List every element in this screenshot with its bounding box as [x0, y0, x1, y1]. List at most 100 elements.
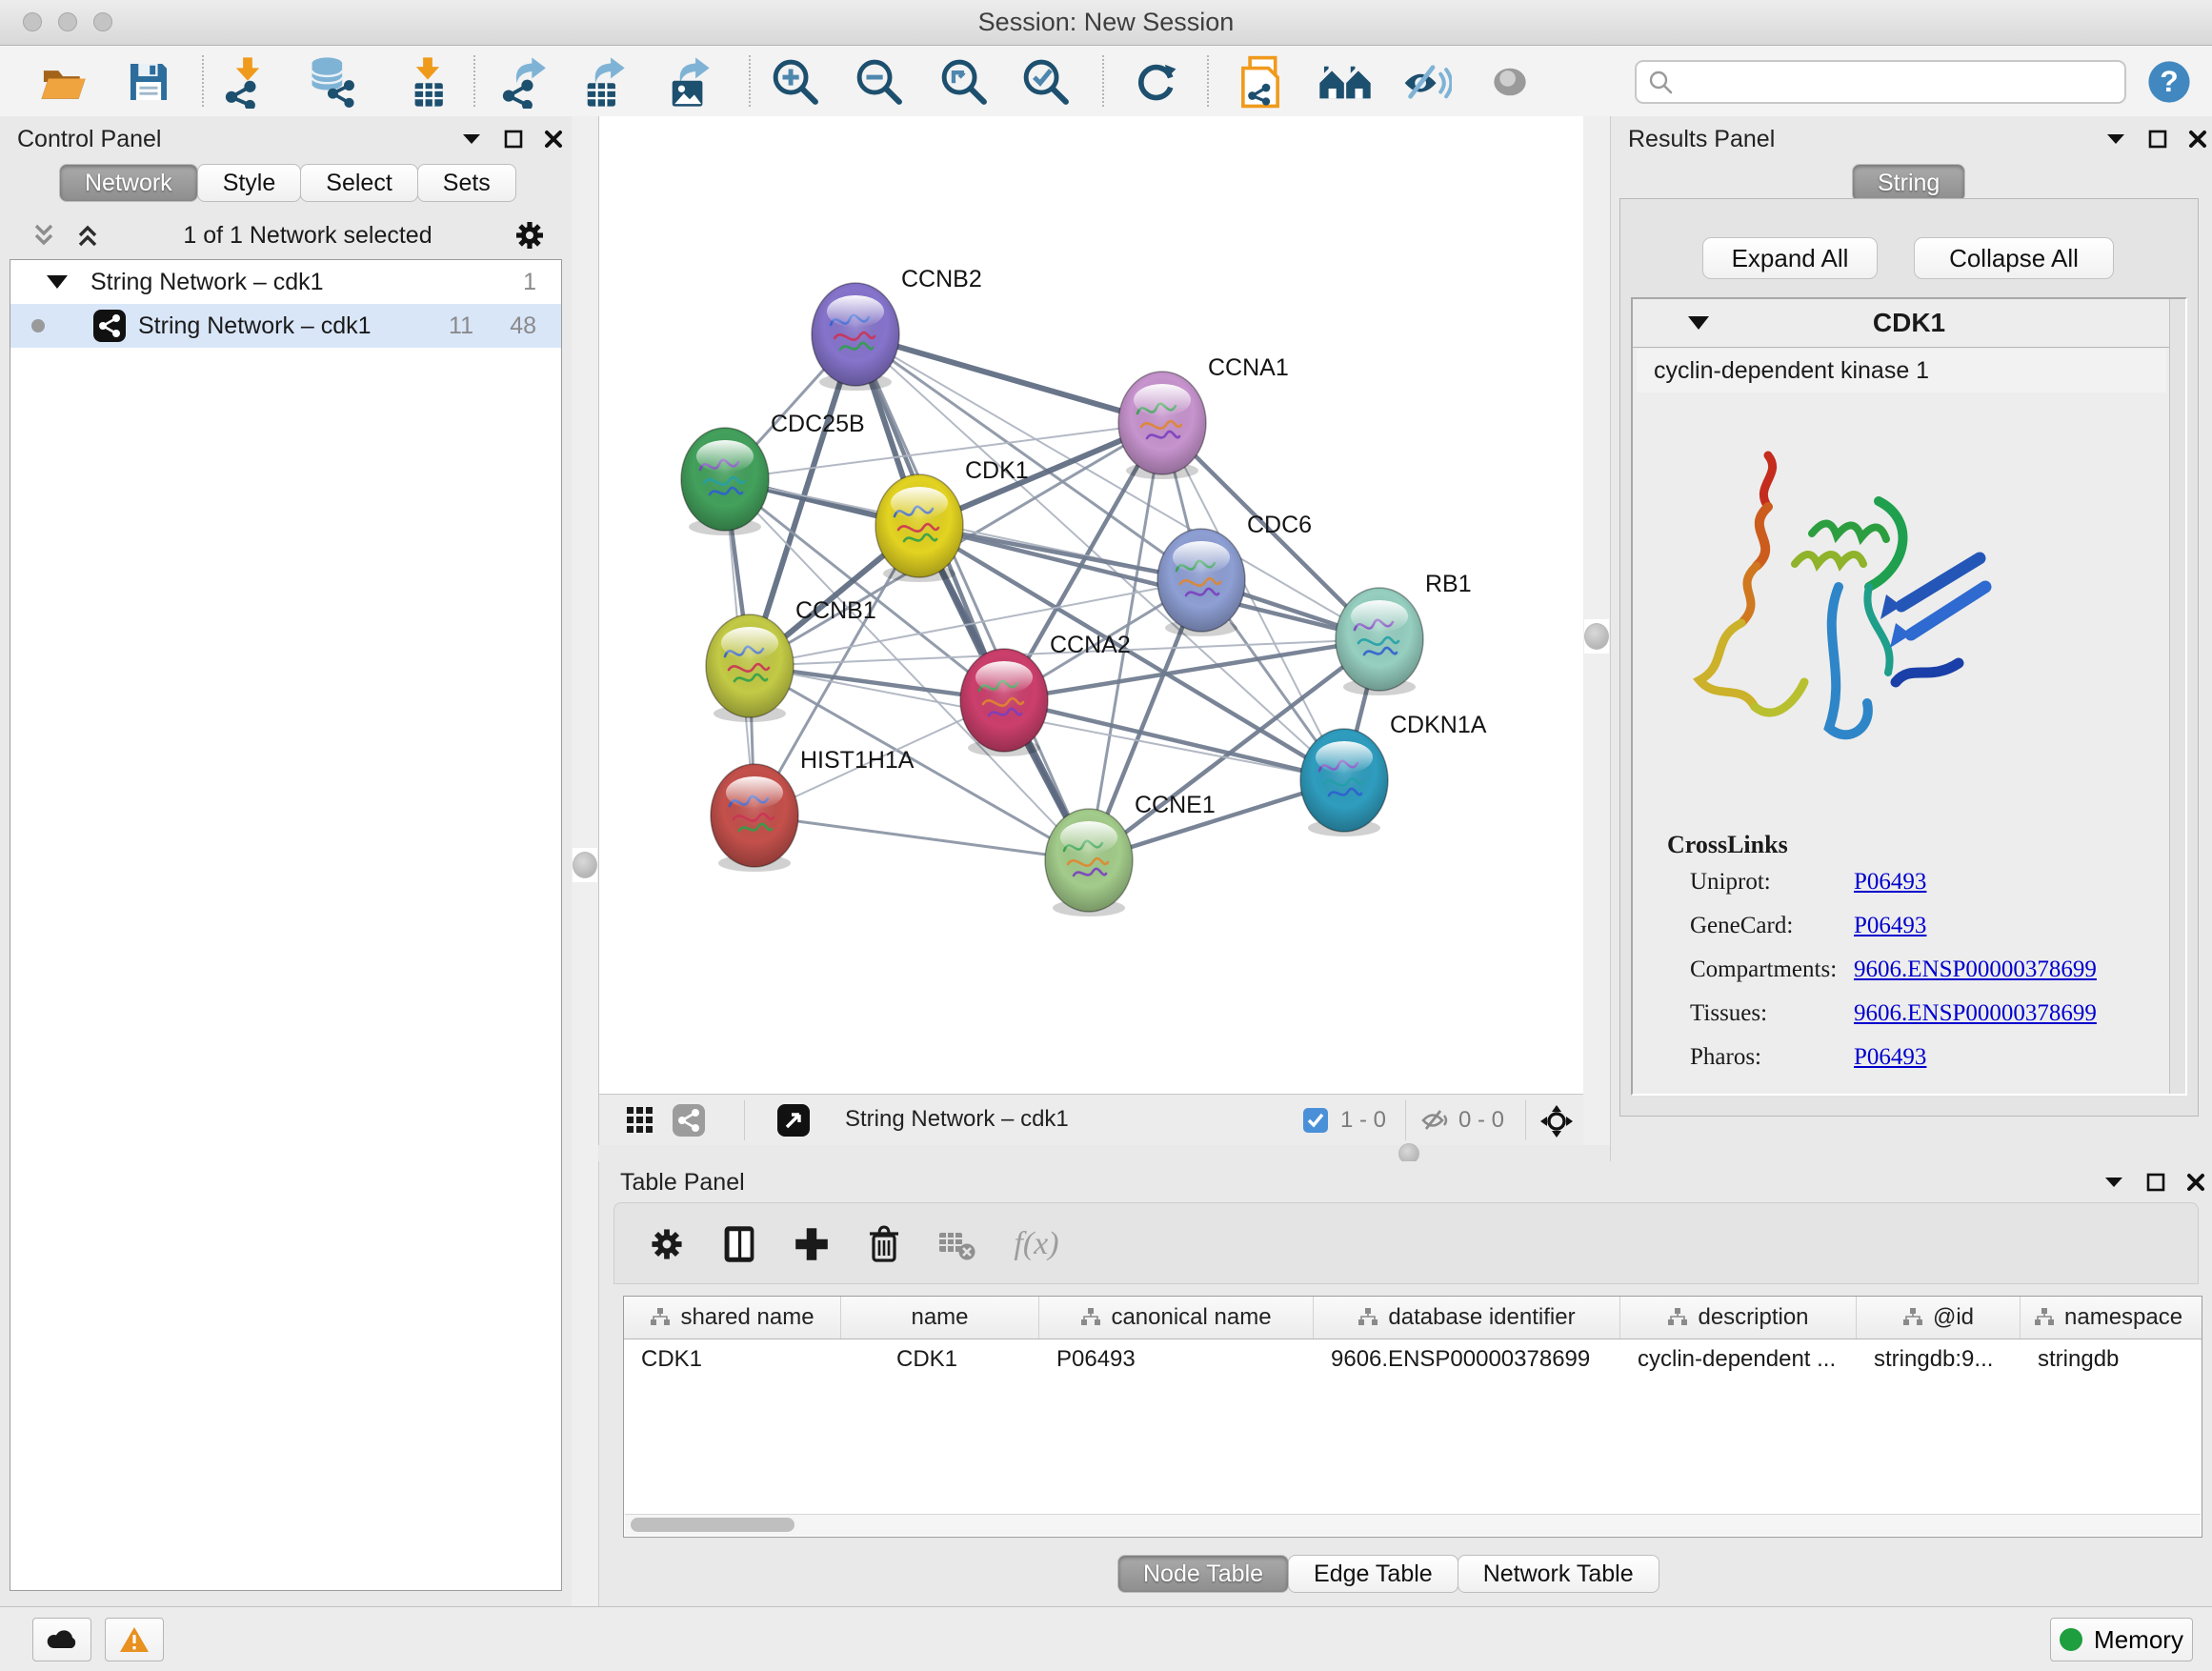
open-in-window-icon[interactable] — [776, 1103, 811, 1137]
import-table-button[interactable] — [396, 54, 459, 110]
tab-style[interactable]: Style — [197, 164, 302, 202]
network-node-HIST1H1A[interactable]: HIST1H1A — [711, 747, 915, 872]
column-header-database-identifier[interactable]: database identifier — [1314, 1297, 1620, 1339]
scrollbar-thumb[interactable] — [631, 1518, 794, 1532]
cell-database-identifier[interactable]: 9606.ENSP00000378699 — [1314, 1346, 1620, 1373]
crosslink-genecard-link[interactable]: P06493 — [1854, 913, 1926, 939]
protein-card-expander-icon[interactable] — [1688, 316, 1709, 330]
expand-all-networks-icon[interactable] — [29, 222, 59, 249]
panel-float-icon[interactable] — [2146, 1173, 2165, 1192]
network-node-CCNA1[interactable]: CCNA1 — [1118, 354, 1289, 479]
network-edge[interactable] — [1004, 700, 1344, 780]
import-network-from-database-button[interactable] — [299, 54, 362, 110]
cell-description[interactable]: cyclin-dependent ... — [1620, 1346, 1857, 1373]
import-network-button[interactable] — [216, 54, 279, 110]
column-header-description[interactable]: description — [1620, 1297, 1857, 1339]
panel-menu-icon[interactable] — [2104, 131, 2127, 147]
cell-canonical-name[interactable]: P06493 — [1039, 1346, 1314, 1373]
network-row-selected[interactable]: String Network – cdk1 11 48 — [10, 304, 561, 348]
network-edge[interactable] — [754, 815, 1089, 860]
cell-id[interactable]: stringdb:9... — [1857, 1346, 2021, 1373]
network-thumbnail-icon[interactable] — [672, 1103, 706, 1137]
first-neighbors-button[interactable] — [1314, 54, 1377, 110]
birds-eye-view-icon[interactable] — [1538, 1103, 1575, 1139]
table-horizontal-scrollbar[interactable] — [625, 1514, 2201, 1536]
export-image-button[interactable] — [658, 54, 721, 110]
tab-node-table[interactable]: Node Table — [1117, 1555, 1289, 1593]
splitter-handle-icon[interactable] — [1584, 623, 1609, 650]
collapse-all-button[interactable]: Collapse All — [1914, 237, 2114, 279]
network-name-status: String Network – cdk1 — [845, 1106, 1264, 1133]
hidden-eye-slash-icon[interactable] — [1420, 1107, 1449, 1134]
refresh-button[interactable] — [1125, 54, 1188, 110]
panel-menu-icon[interactable] — [460, 131, 483, 147]
panel-float-icon[interactable] — [2148, 130, 2167, 149]
panel-close-icon[interactable] — [2186, 1173, 2205, 1192]
delete-column-button[interactable] — [856, 1217, 912, 1272]
network-canvas[interactable]: CCNB2CCNA1CDC25BCDK1CDC6RB1CCNB1CCNA2CDK… — [598, 116, 1583, 1094]
column-header-namespace[interactable]: namespace — [2021, 1297, 2202, 1339]
network-edge[interactable] — [855, 334, 1089, 860]
tab-string-results[interactable]: String — [1852, 164, 1965, 202]
panel-close-icon[interactable] — [544, 130, 563, 149]
splitter-handle-icon[interactable] — [573, 852, 597, 878]
network-node-RB1[interactable]: RB1 — [1336, 571, 1472, 695]
open-session-button[interactable] — [31, 54, 94, 110]
search-input[interactable] — [1680, 68, 2113, 96]
save-session-button[interactable] — [117, 54, 180, 110]
export-table-button[interactable] — [573, 54, 636, 110]
cell-name[interactable]: CDK1 — [841, 1346, 1039, 1373]
cell-shared-name[interactable]: CDK1 — [624, 1346, 841, 1373]
expand-all-button[interactable]: Expand All — [1702, 237, 1878, 279]
panel-splitter-right[interactable] — [1583, 116, 1610, 1161]
warnings-button[interactable] — [105, 1618, 164, 1661]
tab-network[interactable]: Network — [59, 164, 198, 202]
panel-float-icon[interactable] — [504, 130, 523, 149]
tab-sets[interactable]: Sets — [417, 164, 516, 202]
memory-status-button[interactable]: Memory — [2050, 1618, 2193, 1661]
crosslink-uniprot-link[interactable]: P06493 — [1854, 869, 1926, 896]
column-header-canonical-name[interactable]: canonical name — [1039, 1297, 1314, 1339]
table-row[interactable]: CDK1 CDK1 P06493 9606.ENSP00000378699 cy… — [624, 1339, 2202, 1379]
selected-checkbox-icon[interactable] — [1302, 1107, 1329, 1134]
crosslink-tissues-link[interactable]: 9606.ENSP00000378699 — [1854, 1000, 2097, 1027]
grid-view-icon[interactable] — [626, 1106, 654, 1135]
export-network-button[interactable] — [493, 54, 556, 110]
panel-close-icon[interactable] — [2188, 130, 2207, 149]
show-all-button[interactable] — [1478, 54, 1541, 110]
collapse-all-networks-icon[interactable] — [72, 222, 103, 249]
zoom-out-button[interactable] — [848, 54, 911, 110]
add-row-button[interactable] — [784, 1217, 839, 1272]
column-header-shared-name[interactable]: shared name — [624, 1297, 841, 1339]
tab-edge-table[interactable]: Edge Table — [1288, 1555, 1458, 1593]
network-options-gear-icon[interactable] — [513, 218, 547, 252]
help-button[interactable]: ? — [2138, 54, 2201, 110]
cloud-status-button[interactable] — [32, 1618, 91, 1661]
results-vertical-scrollbar[interactable] — [2169, 299, 2185, 1094]
panel-splitter-left[interactable] — [572, 116, 598, 1606]
zoom-fit-button[interactable] — [933, 54, 995, 110]
network-node-CDKN1A[interactable]: CDKN1A — [1300, 712, 1487, 836]
zoom-selected-button[interactable] — [1015, 54, 1077, 110]
network-edge[interactable] — [855, 334, 1162, 423]
collection-expander-icon[interactable] — [47, 275, 68, 289]
cell-namespace[interactable]: stringdb — [2021, 1346, 2202, 1373]
apply-function-button[interactable]: f(x) — [994, 1217, 1079, 1272]
delete-table-button[interactable] — [929, 1217, 984, 1272]
create-column-button[interactable] — [712, 1217, 767, 1272]
network-node-CCNE1[interactable]: CCNE1 — [1045, 792, 1216, 916]
crosslink-compartments-link[interactable]: 9606.ENSP00000378699 — [1854, 956, 2097, 983]
network-collection-row[interactable]: String Network – cdk1 1 — [10, 260, 561, 304]
copy-network-button[interactable] — [1229, 54, 1292, 110]
crosslink-pharos-link[interactable]: P06493 — [1854, 1044, 1926, 1071]
hide-selected-button[interactable] — [1395, 54, 1458, 110]
panel-menu-icon[interactable] — [2102, 1175, 2125, 1190]
column-header-id[interactable]: @id — [1857, 1297, 2021, 1339]
network-node-CCNB1[interactable]: CCNB1 — [706, 597, 876, 722]
network-node-CDK1[interactable]: CDK1 — [875, 457, 1029, 582]
table-settings-button[interactable] — [639, 1217, 694, 1272]
zoom-in-button[interactable] — [764, 54, 827, 110]
tab-network-table[interactable]: Network Table — [1458, 1555, 1659, 1593]
column-header-name[interactable]: name — [841, 1297, 1039, 1339]
tab-select[interactable]: Select — [300, 164, 417, 202]
